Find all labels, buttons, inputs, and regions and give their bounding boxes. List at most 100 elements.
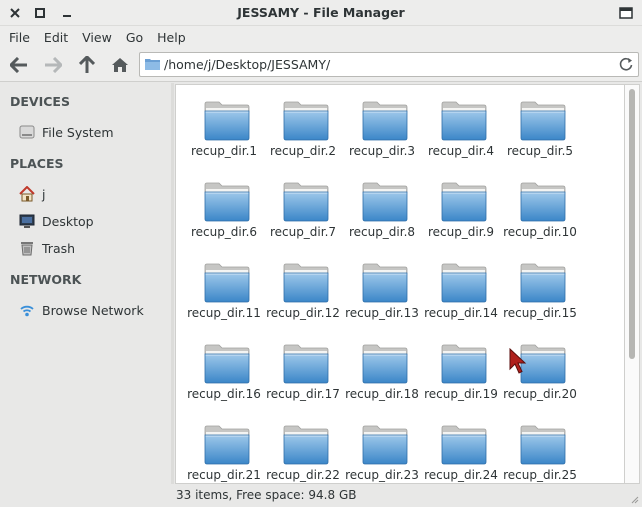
folder-name: recup_dir.24 [424,468,498,482]
pane-splitter[interactable] [171,83,174,507]
resize-grip-icon[interactable] [629,494,639,504]
folder-item[interactable]: recup_dir.24 [422,421,500,483]
folder-item[interactable]: recup_dir.15 [501,259,579,339]
menu-go[interactable]: Go [119,30,150,45]
folder-icon [204,263,250,303]
window-title: JESSAMY - File Manager [237,5,405,20]
folder-name: recup_dir.5 [506,144,574,158]
folder-icon [283,344,329,384]
sidebar: DEVICES File System PLACES j Desktop Tra… [0,83,171,507]
folder-icon [520,182,566,222]
folder-name: recup_dir.25 [503,468,577,482]
vertical-scrollbar[interactable] [625,84,640,484]
folder-item[interactable]: recup_dir.17 [264,340,342,420]
address-bar[interactable]: /home/j/Desktop/JESSAMY/ [139,52,639,77]
folder-name: recup_dir.7 [269,225,337,239]
folder-name: recup_dir.11 [187,306,261,320]
folder-name: recup_dir.21 [187,468,261,482]
sidebar-item-home[interactable]: j [19,183,164,205]
folder-item[interactable]: recup_dir.8 [343,178,421,258]
folder-icon [204,101,250,141]
menu-edit[interactable]: Edit [37,30,75,45]
reload-icon[interactable] [618,56,634,72]
folder-item[interactable]: recup_dir.19 [422,340,500,420]
sidebar-header-places: PLACES [10,156,64,171]
folder-item[interactable]: recup_dir.21 [185,421,263,483]
folder-item[interactable]: recup_dir.9 [422,178,500,258]
sidebar-item-label: File System [42,124,114,140]
folder-item[interactable]: recup_dir.7 [264,178,342,258]
folder-icon [204,344,250,384]
folder-name: recup_dir.18 [345,387,419,401]
folder-name: recup_dir.19 [424,387,498,401]
folder-icon [441,101,487,141]
window-menu-icon[interactable] [618,5,634,21]
folder-icon [362,344,408,384]
scrollbar-thumb[interactable] [629,89,635,359]
drive-icon [19,124,35,140]
folder-name: recup_dir.23 [345,468,419,482]
folder-item[interactable]: recup_dir.5 [501,97,579,177]
menu-view[interactable]: View [75,30,119,45]
folder-name: recup_dir.16 [187,387,261,401]
folder-item[interactable]: recup_dir.18 [343,340,421,420]
title-bar: JESSAMY - File Manager [0,0,642,26]
folder-icon [362,101,408,141]
folder-item[interactable]: recup_dir.11 [185,259,263,339]
folder-name: recup_dir.15 [503,306,577,320]
folder-item[interactable]: recup_dir.12 [264,259,342,339]
folder-item[interactable]: recup_dir.10 [501,178,579,258]
folder-icon [520,425,566,465]
folder-icon [362,182,408,222]
folder-name: recup_dir.20 [503,387,577,401]
folder-icon [441,344,487,384]
folder-icon [441,182,487,222]
forward-icon[interactable] [42,54,64,76]
folder-item[interactable]: recup_dir.23 [343,421,421,483]
sidebar-item-trash[interactable]: Trash [19,237,164,259]
home-icon [19,186,35,202]
home-icon[interactable] [109,54,131,76]
back-icon[interactable] [8,54,30,76]
folder-item[interactable]: recup_dir.4 [422,97,500,177]
sidebar-item-label: Desktop [42,213,94,229]
folder-icon [283,263,329,303]
folder-item[interactable]: recup_dir.1 [185,97,263,177]
folder-name: recup_dir.12 [266,306,340,320]
folder-item[interactable]: recup_dir.6 [185,178,263,258]
menu-help[interactable]: Help [150,30,193,45]
folder-item[interactable]: recup_dir.16 [185,340,263,420]
folder-item[interactable]: recup_dir.25 [501,421,579,483]
folder-item[interactable]: recup_dir.2 [264,97,342,177]
folder-item[interactable]: recup_dir.13 [343,259,421,339]
folder-icon [283,101,329,141]
folder-name: recup_dir.22 [266,468,340,482]
sidebar-item-browse-network[interactable]: Browse Network [19,299,164,321]
up-icon[interactable] [76,54,98,76]
network-icon [19,302,35,318]
sidebar-item-desktop[interactable]: Desktop [19,210,164,232]
folder-name: recup_dir.3 [348,144,416,158]
status-text: 33 items, Free space: 94.8 GB [176,488,357,502]
status-bar: 33 items, Free space: 94.8 GB [171,484,642,507]
sidebar-item-file-system[interactable]: File System [19,121,164,143]
folder-name: recup_dir.6 [190,225,258,239]
sidebar-header-network: NETWORK [10,272,82,287]
folder-icon [283,182,329,222]
folder-icon [441,263,487,303]
folder-name: recup_dir.13 [345,306,419,320]
menu-bar: File Edit View Go Help [0,26,642,48]
folder-name: recup_dir.9 [427,225,495,239]
folder-item[interactable]: recup_dir.14 [422,259,500,339]
desktop-icon [19,213,35,229]
folder-icon [520,101,566,141]
folder-name: recup_dir.17 [266,387,340,401]
folder-icon [204,425,250,465]
file-icon-view[interactable]: recup_dir.1 recup_dir.2 recup_dir.3 recup_d… [175,84,625,484]
menu-file[interactable]: File [2,30,37,45]
folder-name: recup_dir.4 [427,144,495,158]
folder-name: recup_dir.8 [348,225,416,239]
folder-item[interactable]: recup_dir.22 [264,421,342,483]
folder-icon [362,263,408,303]
folder-item[interactable]: recup_dir.3 [343,97,421,177]
